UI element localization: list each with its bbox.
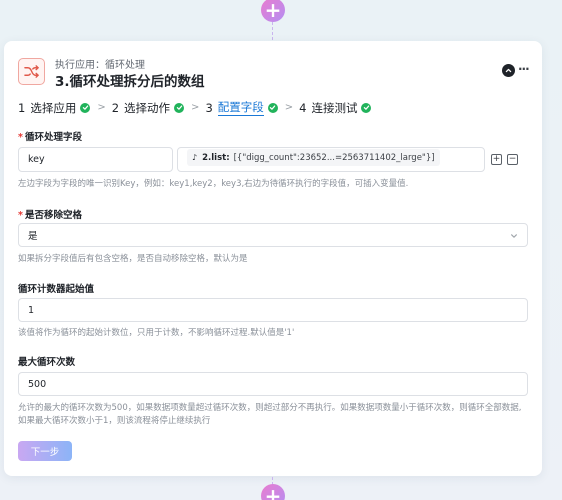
step-label: 配置字段 — [217, 100, 264, 116]
chevron-right-icon: > — [284, 102, 294, 113]
max-loops-input[interactable]: 500 — [18, 372, 528, 396]
remove-spaces-hint: 如果拆分字段值后有包含空格，是否自动移除空格，默认为是 — [18, 254, 248, 264]
step-select-app[interactable]: 1 选择应用 > — [18, 100, 112, 116]
chevron-up-icon — [505, 68, 512, 73]
step-progress: 1 选择应用 > 2 选择动作 > 3 配置字段 > 4 连接测试 — [18, 99, 372, 116]
field-label-text: 循环处理字段 — [24, 132, 82, 143]
check-icon — [174, 102, 185, 113]
step-title: 3.循环处理拆分后的数组 — [55, 74, 205, 90]
step-connection-test[interactable]: 4 连接测试 — [299, 100, 372, 116]
check-icon — [267, 102, 278, 113]
required-mark: * — [18, 210, 23, 221]
next-step-button[interactable]: 下一步 — [18, 441, 72, 461]
remove-spaces-label: * 是否移除空格 — [18, 207, 82, 221]
step-number: 3 — [205, 100, 213, 115]
step-number: 4 — [299, 100, 307, 115]
counter-start-hint: 该值将作为循环的起始计数位，只用于计数，不影响循环过程.默认值是'1' — [18, 328, 295, 338]
more-icon[interactable]: ··· — [518, 62, 530, 76]
select-value: 是 — [28, 231, 38, 242]
step-config-card: 执行应用：循环处理 3.循环处理拆分后的数组 ··· 1 选择应用 > 2 选择… — [4, 41, 542, 476]
max-loops-hint-line2: 如果最大循环次数小于1，则该流程将停止继续执行 — [18, 416, 211, 426]
step-label: 选择动作 — [124, 100, 171, 115]
minus-square-icon[interactable]: − — [507, 154, 518, 165]
remove-spaces-select[interactable]: 是 — [18, 223, 528, 247]
check-icon — [80, 102, 91, 113]
input-value: 1 — [28, 304, 35, 316]
input-value: key — [28, 154, 45, 165]
field-label-text: 是否移除空格 — [24, 210, 82, 221]
add-square-icon[interactable]: + — [491, 154, 502, 165]
loop-field-hint: 左边字段为字段的唯一识别Key，例如：key1,key2，key3,右边为待循环… — [18, 179, 409, 189]
app-icon — [18, 58, 45, 85]
chevron-right-icon: > — [97, 102, 106, 113]
collapse-button[interactable] — [502, 64, 515, 77]
variable-chip[interactable]: ♪ 2.list: [{"digg_count":23652...=256371… — [187, 149, 440, 166]
variable-value: [{"digg_count":23652...=2563711402_large… — [233, 152, 435, 163]
chevron-right-icon: > — [191, 102, 200, 113]
add-step-bottom-button[interactable]: + — [261, 484, 285, 500]
required-mark: * — [18, 132, 23, 143]
plus-icon: + — [264, 484, 282, 500]
max-loops-label: 最大循环次数 — [18, 357, 76, 368]
add-step-top-button[interactable]: + — [261, 0, 285, 22]
input-value: 500 — [28, 378, 47, 390]
variable-name: 2.list: — [202, 152, 230, 163]
step-label: 选择应用 — [30, 100, 77, 115]
check-icon — [361, 102, 372, 113]
loop-key-input[interactable]: key — [18, 147, 173, 172]
counter-start-label: 循环计数器起始值 — [18, 284, 95, 295]
step-label: 连接测试 — [311, 100, 358, 115]
plus-icon: + — [264, 0, 282, 22]
app-label: 执行应用：循环处理 — [55, 60, 145, 71]
max-loops-hint-line1: 允许的最大的循环次数为500，如果数据项数量超过循环次数，则超过部分不再执行。如… — [18, 403, 522, 413]
step-configure-fields[interactable]: 3 配置字段 > — [205, 99, 299, 116]
chevron-down-icon — [511, 234, 517, 238]
step-number: 1 — [18, 100, 26, 115]
loop-field-label: * 循环处理字段 — [18, 129, 82, 143]
step-number: 2 — [111, 100, 120, 115]
counter-start-input[interactable]: 1 — [18, 298, 528, 322]
step-select-action[interactable]: 2 选择动作 > — [112, 100, 206, 116]
tiktok-icon: ♪ — [192, 153, 198, 162]
connector-line — [272, 22, 273, 40]
shuffle-icon — [24, 65, 39, 78]
